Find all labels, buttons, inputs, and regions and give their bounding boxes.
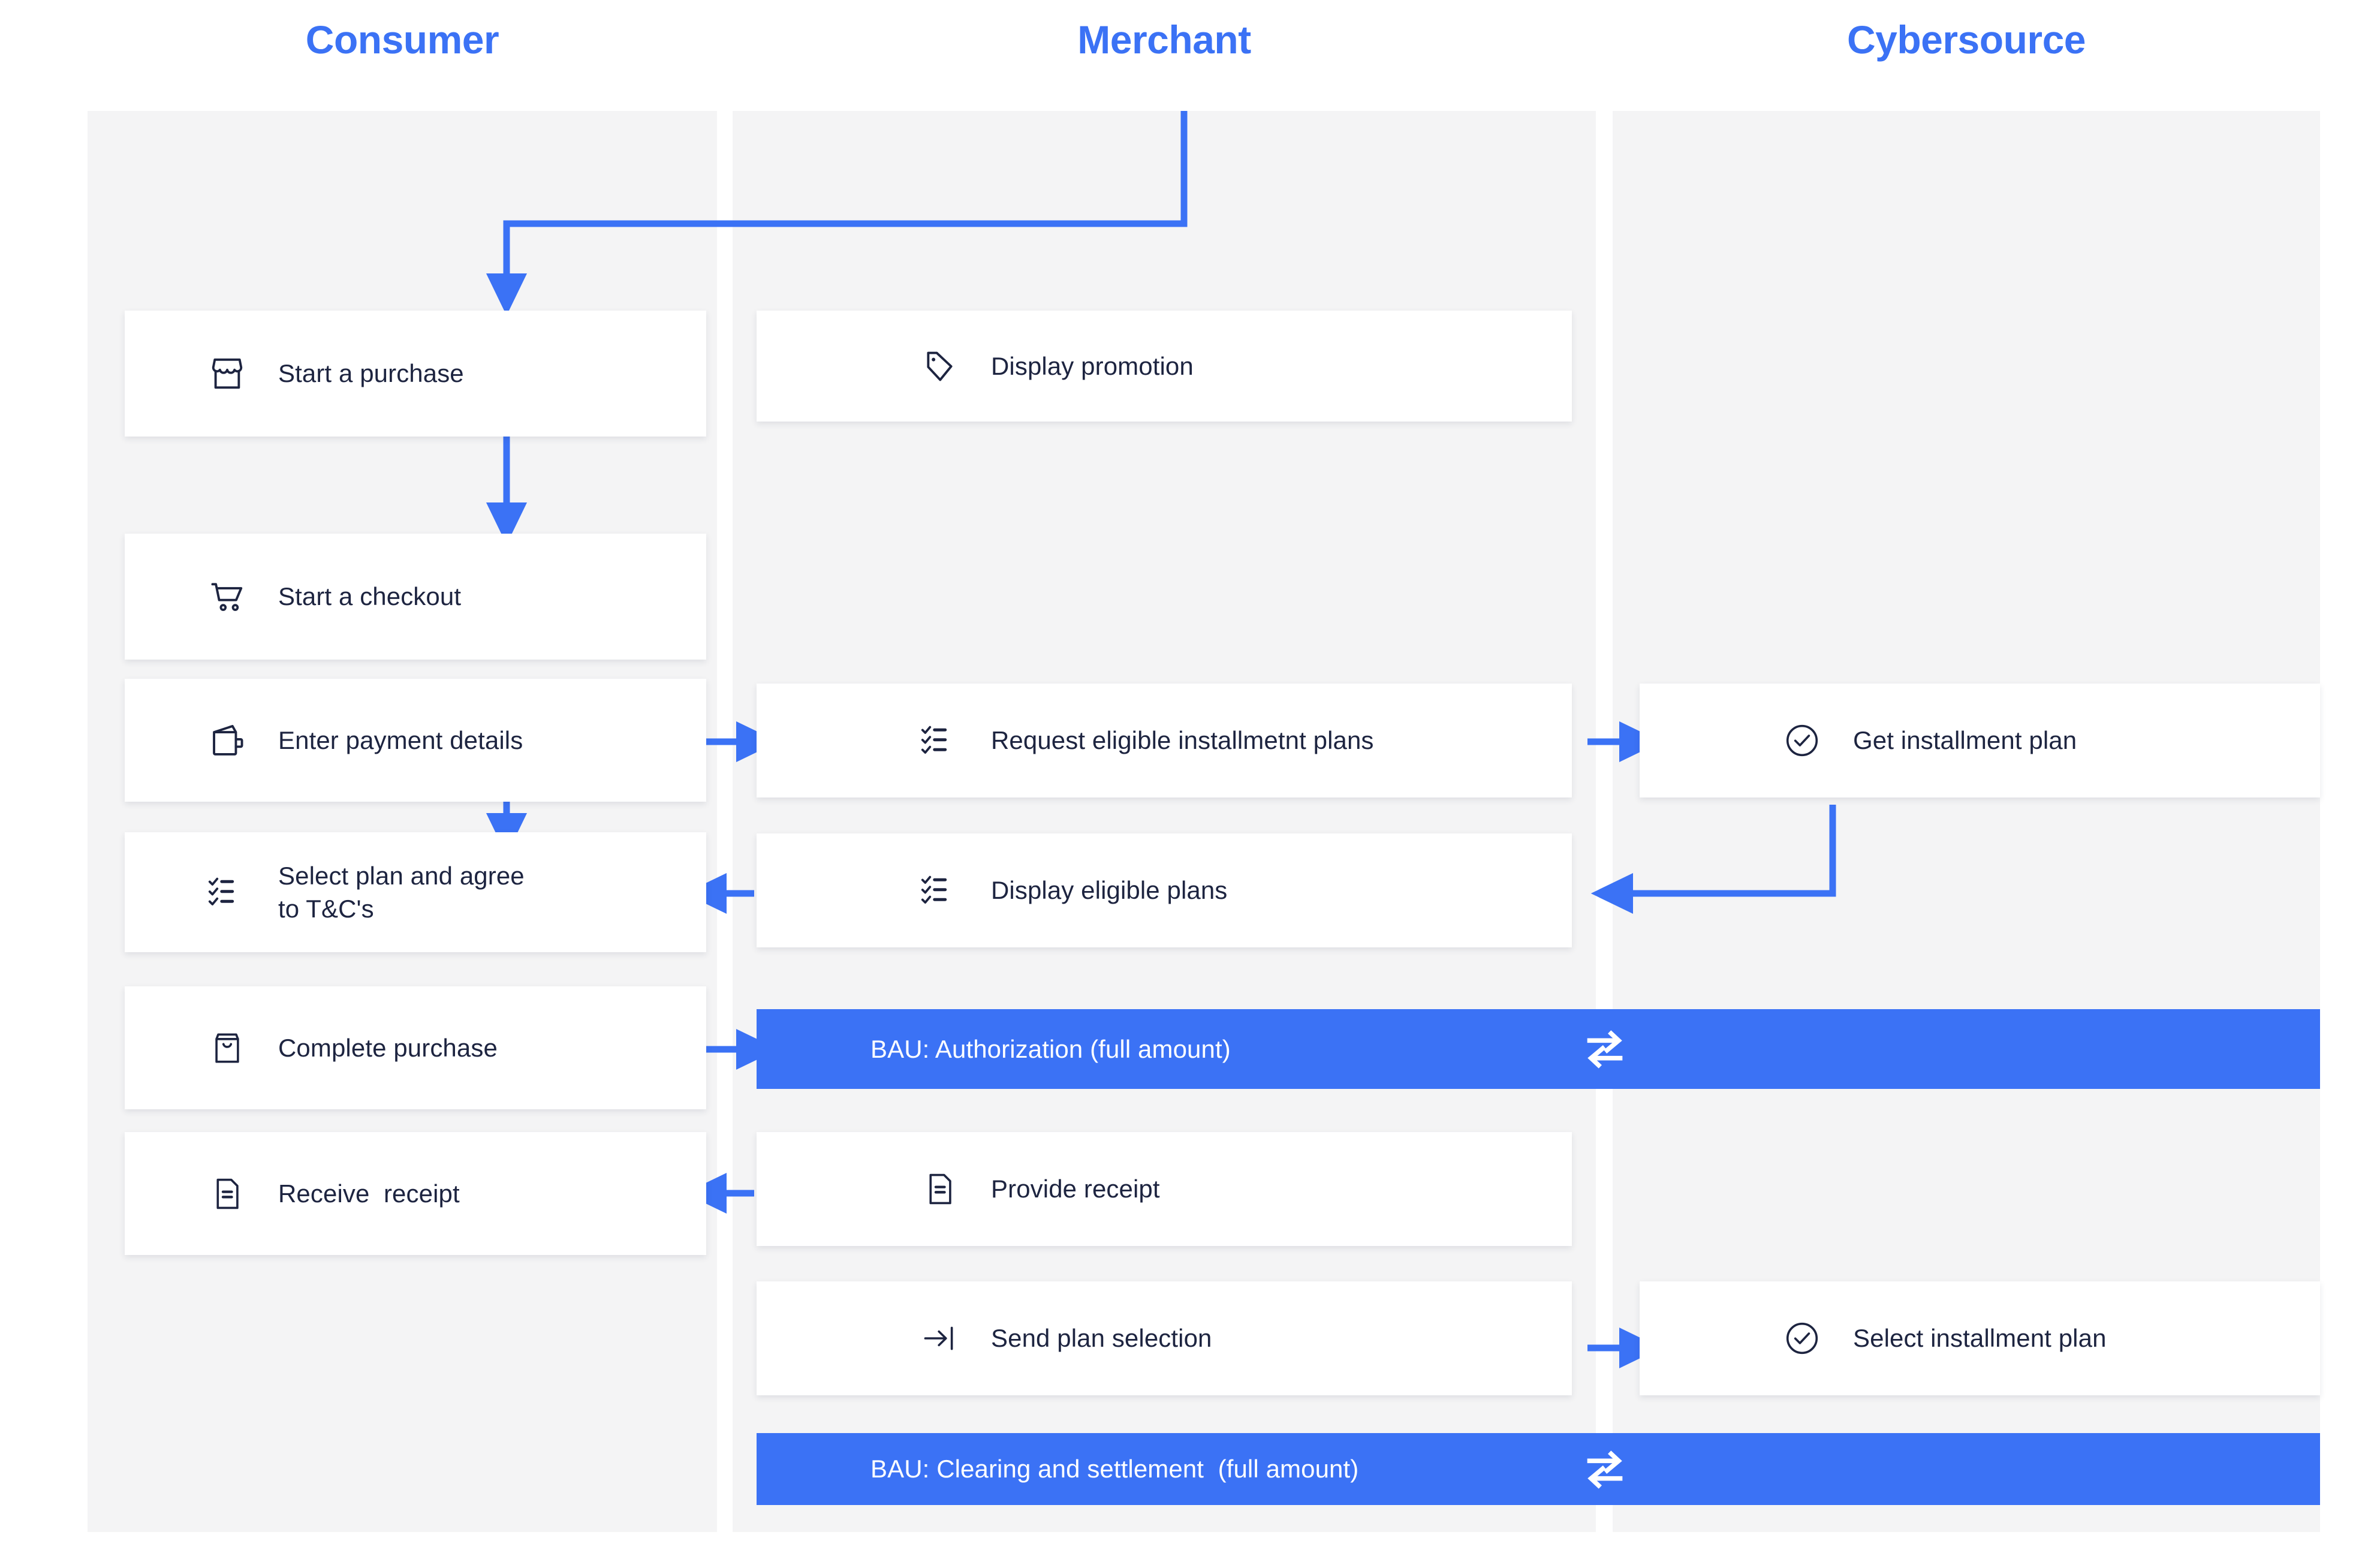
shopping-bag-icon — [203, 1024, 252, 1073]
checklist-icon — [203, 871, 252, 914]
step-label: Select plan and agree to T&C's — [278, 861, 525, 923]
wallet-icon — [203, 716, 252, 765]
step-label: Receive receipt — [278, 1179, 460, 1208]
step-card-select-plan-and-agree[interactable]: Select plan and agree to T&C's — [125, 832, 706, 952]
lane-title-merchant: Merchant — [1077, 17, 1251, 62]
lane-title-consumer: Consumer — [305, 17, 499, 62]
check-circle-icon — [1778, 716, 1827, 765]
price-tag-icon — [915, 342, 965, 391]
checklist-icon — [915, 869, 965, 912]
exchange-arrows-icon — [1579, 1024, 1631, 1075]
bau-label: BAU: Authorization (full amount) — [870, 1034, 1231, 1063]
document-icon — [203, 1169, 252, 1218]
bau-label: BAU: Clearing and settlement (full amoun… — [870, 1455, 1359, 1483]
step-card-receive-receipt[interactable]: Receive receipt — [125, 1132, 706, 1255]
step-label: Start a purchase — [278, 359, 464, 388]
step-card-display-eligible-plans[interactable]: Display eligible plans — [757, 833, 1572, 947]
step-card-complete-purchase[interactable]: Complete purchase — [125, 986, 706, 1109]
swimlane-diagram: Consumer Merchant Cybersource Start a pu… — [0, 0, 2380, 1556]
check-circle-icon — [1778, 1314, 1827, 1363]
document-icon — [915, 1164, 965, 1214]
step-card-display-promotion[interactable]: Display promotion — [757, 311, 1572, 422]
storefront-icon — [203, 349, 252, 398]
step-card-enter-payment-details[interactable]: Enter payment details — [125, 679, 706, 802]
step-card-get-installment-plan[interactable]: Get installment plan — [1640, 684, 2320, 797]
step-card-select-installment-plan[interactable]: Select installment plan — [1640, 1281, 2320, 1395]
step-label: Provide receipt — [991, 1175, 1160, 1203]
lane-title-cybersource: Cybersource — [1846, 17, 2086, 62]
step-label: Start a checkout — [278, 582, 462, 611]
step-label: Display promotion — [991, 351, 1194, 380]
step-label: Complete purchase — [278, 1033, 498, 1062]
step-card-provide-receipt[interactable]: Provide receipt — [757, 1132, 1572, 1246]
bau-banner-authorization[interactable]: BAU: Authorization (full amount) — [757, 1009, 2320, 1089]
step-card-send-plan-selection[interactable]: Send plan selection — [757, 1281, 1572, 1395]
checklist-icon — [915, 719, 965, 762]
step-label: Display eligible plans — [991, 876, 1228, 905]
step-label: Select installment plan — [1853, 1324, 2107, 1353]
bau-banner-clearing-settlement[interactable]: BAU: Clearing and settlement (full amoun… — [757, 1433, 2320, 1505]
step-label: Send plan selection — [991, 1324, 1212, 1353]
step-label: Enter payment details — [278, 726, 523, 754]
shopping-cart-icon — [203, 572, 252, 621]
step-card-request-eligible-plans[interactable]: Request eligible installmetnt plans — [757, 684, 1572, 797]
arrow-to-bar-icon — [915, 1314, 965, 1363]
step-label: Request eligible installmetnt plans — [991, 726, 1374, 755]
step-card-start-a-checkout[interactable]: Start a checkout — [125, 534, 706, 660]
exchange-arrows-icon — [1579, 1444, 1631, 1495]
step-card-start-a-purchase[interactable]: Start a purchase — [125, 311, 706, 437]
step-label: Get installment plan — [1853, 726, 2077, 755]
